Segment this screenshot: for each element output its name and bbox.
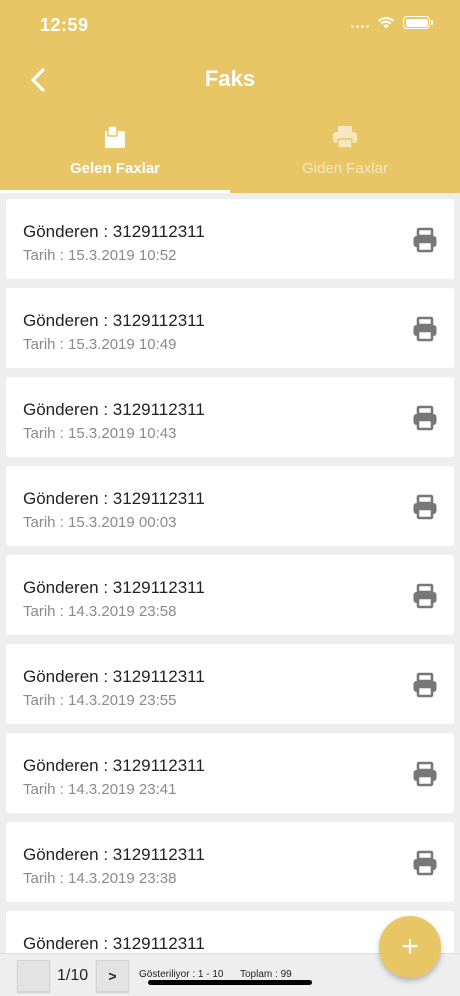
battery-icon — [403, 16, 433, 29]
signal-icon — [351, 18, 369, 28]
fax-list-item[interactable]: Gönderen : 3129112311 Tarih : 15.3.2019 1… — [6, 288, 454, 368]
fax-date: Tarih : 15.3.2019 10:49 — [23, 336, 177, 353]
fax-list-item[interactable]: Gönderen : 3129112311 Tarih : 15.3.2019 1… — [6, 377, 454, 457]
print-icon[interactable] — [412, 672, 438, 698]
inbox-icon — [103, 123, 127, 151]
status-bar: 12:59 — [0, 0, 460, 50]
fax-sender: Gönderen : 3129112311 — [23, 222, 205, 241]
status-icons — [351, 16, 433, 29]
print-icon[interactable] — [412, 850, 438, 876]
fax-list-item[interactable]: Gönderen : 3129112311 Tarih : 15.3.2019 1… — [6, 199, 454, 279]
page-title: Faks — [204, 66, 256, 91]
total-count: Toplam : 99 — [240, 969, 292, 980]
fax-sender: Gönderen : 3129112311 — [23, 311, 205, 330]
showing-range: Gösteriliyor : 1 - 10 — [139, 969, 224, 980]
header: 12:59 Faks Gelen Faxlar Giden Faxlar — [0, 0, 460, 193]
fax-date: Tarih : 15.3.2019 10:43 — [23, 425, 177, 442]
print-icon[interactable] — [412, 494, 438, 520]
wifi-icon — [378, 16, 394, 29]
tab-outgoing-faxes[interactable]: Giden Faxlar — [230, 115, 460, 193]
fax-sender: Gönderen : 3129112311 — [23, 756, 205, 775]
fax-list-item[interactable]: Gönderen : 3129112311 Tarih : 14.3.2019 2… — [6, 822, 454, 902]
tab-incoming-faxes[interactable]: Gelen Faxlar — [0, 115, 230, 193]
fax-sender: Gönderen : 3129112311 — [23, 934, 205, 953]
fax-date: Tarih : 15.3.2019 10:52 — [23, 247, 177, 264]
status-time: 12:59 — [40, 15, 89, 35]
print-icon[interactable] — [412, 761, 438, 787]
fax-date: Tarih : 14.3.2019 23:55 — [23, 692, 177, 709]
fax-screen: 12:59 Faks Gelen Faxlar Giden Faxlar Gön… — [0, 0, 460, 996]
fax-list[interactable]: Gönderen : 3129112311 Tarih : 15.3.2019 1… — [0, 193, 460, 953]
add-fax-button[interactable]: + — [379, 916, 441, 978]
fax-date: Tarih : 15.3.2019 00:03 — [23, 514, 177, 531]
print-icon[interactable] — [412, 227, 438, 253]
home-indicator — [148, 980, 312, 985]
page-indicator: 1/10 — [57, 967, 89, 984]
next-page-button[interactable]: > — [96, 960, 129, 992]
fax-list-item[interactable]: Gönderen : 3129112311 Tarih : 14.3.2019 2… — [6, 733, 454, 813]
fax-sender: Gönderen : 3129112311 — [23, 667, 205, 686]
fax-list-item[interactable]: Gönderen : 3129112311 Tarih : 14.3.2019 2… — [6, 555, 454, 635]
fax-date: Tarih : 14.3.2019 23:38 — [23, 870, 177, 887]
print-icon[interactable] — [412, 316, 438, 342]
fax-date: Tarih : 14.3.2019 23:58 — [23, 603, 177, 620]
printer-icon — [332, 123, 358, 151]
fax-sender: Gönderen : 3129112311 — [23, 400, 205, 419]
fax-sender: Gönderen : 3129112311 — [23, 578, 205, 597]
print-icon[interactable] — [412, 583, 438, 609]
fax-date: Tarih : 14.3.2019 23:41 — [23, 781, 177, 798]
previous-page-button[interactable] — [17, 960, 50, 992]
fax-sender: Gönderen : 3129112311 — [23, 489, 205, 508]
print-icon[interactable] — [412, 405, 438, 431]
tab-bar: Gelen Faxlar Giden Faxlar — [0, 115, 460, 193]
fax-list-item[interactable]: Gönderen : 3129112311 Tarih : 15.3.2019 0… — [6, 466, 454, 546]
tab-label: Gelen Faxlar — [69, 160, 161, 177]
fax-list-item[interactable]: Gönderen : 3129112311 Tarih : 14.3.2019 2… — [6, 644, 454, 724]
fax-sender: Gönderen : 3129112311 — [23, 845, 205, 864]
tab-label: Giden Faxlar — [302, 160, 388, 177]
